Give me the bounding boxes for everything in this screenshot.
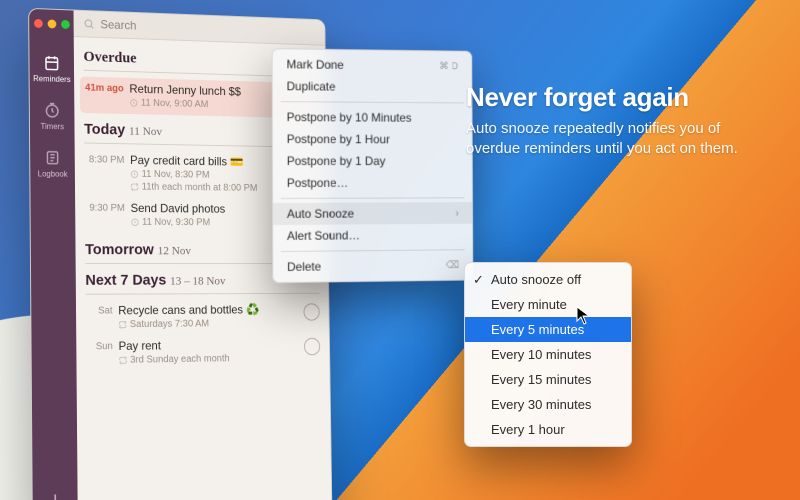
snooze-option-1h[interactable]: Every 1 hour [465, 417, 631, 442]
reminder-title: Pay rent [119, 337, 295, 353]
menu-duplicate[interactable]: Duplicate [273, 75, 472, 98]
shortcut: ⌘ D [439, 61, 458, 72]
reminder-time: 8:30 PM [84, 152, 124, 165]
reminder-body: Recycle cans and bottles ♻️ Saturdays 7:… [118, 302, 295, 330]
reminder-meta-text: Saturdays 7:30 AM [130, 319, 209, 331]
reminder-item[interactable]: Sat Recycle cans and bottles ♻️ Saturday… [86, 299, 320, 336]
menu-postpone-1d[interactable]: Postpone by 1 Day [273, 150, 472, 172]
repeat-icon [130, 183, 139, 192]
clock-icon [131, 218, 140, 227]
section-next7: Next 7 Days13 – 18 Nov Sat Recycle cans … [85, 272, 320, 373]
reminder-body: Pay credit card bills 💳 11 Nov, 8:30 PM … [130, 153, 293, 194]
reminder-meta-text: 11 Nov, 9:30 PM [142, 217, 210, 228]
reminder-meta-text: 11 Nov, 8:30 PM [142, 169, 210, 181]
reminder-meta-text: 3rd Sunday each month [130, 353, 230, 365]
menu-postpone-custom[interactable]: Postpone… [273, 172, 472, 194]
menu-separator [281, 197, 464, 199]
snooze-option-1m[interactable]: Every minute [465, 292, 631, 317]
context-menu: Mark Done⌘ D Duplicate Postpone by 10 Mi… [272, 48, 474, 283]
add-button[interactable]: ＋ [45, 486, 65, 500]
reminder-body: Pay rent 3rd Sunday each month [119, 337, 296, 366]
reminder-day: Sun [86, 339, 113, 352]
close-window-button[interactable] [34, 19, 43, 28]
reminder-meta: 11 Nov, 8:30 PM [130, 169, 293, 182]
reminder-repeat: Saturdays 7:30 AM [118, 318, 294, 330]
logbook-icon [44, 149, 62, 167]
zoom-window-button[interactable] [61, 20, 70, 29]
promo-copy: Never forget again Auto snooze repeatedl… [466, 82, 780, 160]
reminder-repeat: 11th each month at 8:00 PM [130, 182, 293, 195]
menu-postpone-1h[interactable]: Postpone by 1 Hour [273, 128, 472, 150]
section-date: 11 Nov [129, 124, 162, 138]
reminder-meta-text: 11th each month at 8:00 PM [142, 182, 258, 194]
timers-icon [43, 101, 61, 119]
repeat-icon [118, 320, 127, 329]
menu-auto-snooze[interactable]: Auto Snooze› [273, 202, 472, 225]
promo-body: Auto snooze repeatedly notifies you of o… [466, 119, 766, 160]
menu-separator [281, 249, 465, 252]
menu-separator [281, 101, 464, 103]
reminder-time: 9:30 PM [85, 201, 125, 214]
snooze-option-off[interactable]: ✓Auto snooze off [465, 267, 631, 292]
reminder-meta-text: 11 Nov, 9:00 AM [141, 98, 209, 110]
menu-mark-done[interactable]: Mark Done⌘ D [273, 53, 472, 77]
sidebar: Reminders Timers Logbook ＋ [29, 9, 78, 500]
promo-title: Never forget again [466, 82, 780, 113]
sidebar-item-timers[interactable]: Timers [40, 101, 64, 131]
sidebar-label: Timers [41, 122, 64, 131]
minimize-window-button[interactable] [47, 19, 56, 28]
chevron-right-icon: › [456, 208, 459, 219]
sidebar-label: Reminders [33, 74, 70, 84]
window-traffic-lights[interactable] [34, 19, 70, 29]
menu-postpone-10m[interactable]: Postpone by 10 Minutes [273, 106, 472, 129]
reminder-repeat: 3rd Sunday each month [119, 353, 296, 366]
menu-delete[interactable]: Delete⌫ [273, 254, 472, 278]
overdue-age: 41m ago [84, 81, 124, 95]
divider [86, 293, 320, 295]
clock-icon [129, 98, 138, 107]
shortcut: ⌫ [446, 260, 459, 271]
snooze-option-15m[interactable]: Every 15 minutes [465, 367, 631, 392]
sidebar-item-reminders[interactable]: Reminders [33, 53, 71, 84]
reminder-title: Pay credit card bills 💳 [130, 153, 292, 169]
snooze-option-30m[interactable]: Every 30 minutes [465, 392, 631, 417]
sidebar-label: Logbook [38, 169, 68, 178]
reminder-body: Return Jenny lunch $$ 11 Nov, 9:00 AM [129, 82, 291, 112]
reminder-item[interactable]: Sun Pay rent 3rd Sunday each month [86, 334, 321, 372]
auto-snooze-submenu: ✓Auto snooze off Every minute Every 5 mi… [464, 262, 632, 447]
app-promo-stage: Reminders Timers Logbook ＋ Search Overdu… [0, 0, 800, 500]
sidebar-item-logbook[interactable]: Logbook [38, 149, 68, 179]
repeat-icon [119, 356, 128, 365]
reminder-day: Sat [86, 304, 113, 317]
section-date: 12 Nov [158, 243, 192, 257]
reminder-title: Return Jenny lunch $$ [129, 82, 291, 100]
complete-toggle[interactable] [303, 303, 319, 320]
section-date: 13 – 18 Nov [170, 274, 226, 288]
reminder-title: Send David photos [130, 201, 293, 216]
menu-alert-sound[interactable]: Alert Sound… [273, 224, 472, 247]
search-icon [83, 18, 95, 30]
reminder-meta: 11 Nov, 9:00 AM [129, 97, 291, 112]
complete-toggle[interactable] [304, 338, 320, 355]
snooze-option-10m[interactable]: Every 10 minutes [465, 342, 631, 367]
reminder-title: Recycle cans and bottles ♻️ [118, 302, 294, 317]
checkmark-icon: ✓ [473, 272, 484, 288]
reminder-body: Send David photos 11 Nov, 9:30 PM [130, 201, 293, 228]
reminders-icon [43, 54, 61, 72]
clock-icon [130, 170, 139, 179]
reminder-meta: 11 Nov, 9:30 PM [131, 217, 294, 229]
snooze-option-5m[interactable]: Every 5 minutes [465, 317, 631, 342]
search-placeholder: Search [100, 17, 136, 32]
